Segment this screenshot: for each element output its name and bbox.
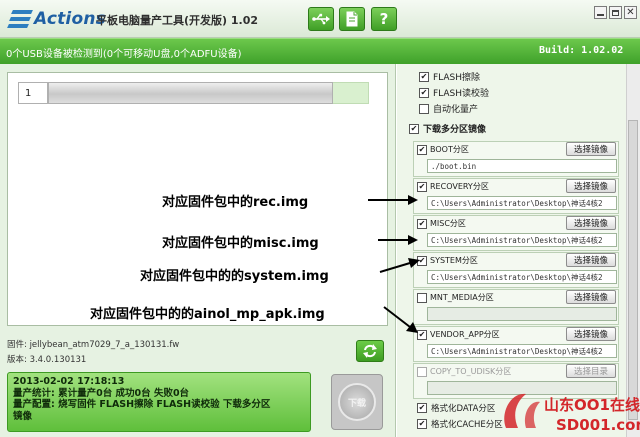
select-image-recovery-button[interactable]: 选择镜像 bbox=[566, 179, 616, 193]
watermark-domain: SD001.com bbox=[556, 416, 640, 434]
usb-button[interactable] bbox=[308, 7, 334, 31]
checkbox-flash-erase[interactable]: ✔ bbox=[419, 71, 429, 82]
refresh-button[interactable] bbox=[356, 340, 384, 362]
path-field-boot[interactable]: ./boot.bin bbox=[427, 159, 617, 173]
path-field-vendor-app[interactable]: C:\Users\Administrator\Desktop\神话4核2 bbox=[427, 344, 617, 358]
close-icon: ✕ bbox=[626, 6, 635, 18]
option-format-cache[interactable]: ✔ 格式化CACHE分区 bbox=[417, 418, 503, 430]
checkbox-partition-misc[interactable]: ✔ bbox=[417, 218, 427, 229]
arrow-icon bbox=[383, 306, 418, 333]
help-icon: ? bbox=[379, 10, 389, 28]
select-image-vendor-app-button[interactable]: 选择镜像 bbox=[566, 327, 616, 341]
partition-vendor-app-label[interactable]: ✔ VENDOR_APP分区 bbox=[417, 329, 500, 340]
partition-recovery-label[interactable]: ✔ RECOVERY分区 bbox=[417, 181, 489, 192]
arrow-icon bbox=[368, 195, 418, 205]
annotation-system-img: 对应固件包中的的system.img bbox=[140, 269, 329, 284]
log-box: 2013-02-02 17:18:13 量产统计: 累计量产0台 成功0台 失败… bbox=[7, 372, 311, 432]
path-field-system[interactable]: C:\Users\Administrator\Desktop\神话4核2 bbox=[427, 270, 617, 284]
partition-mnt-media-label[interactable]: MNT_MEDIA分区 bbox=[417, 292, 494, 303]
option-flash-verify[interactable]: ✔ FLASH读校验 bbox=[419, 86, 489, 99]
option-label: 下载多分区镜像 bbox=[423, 125, 487, 135]
arrow-icon bbox=[379, 258, 420, 273]
annotation-misc-img: 对应固件包中的misc.img bbox=[162, 236, 319, 251]
checkbox-multi-partition[interactable]: ✔ bbox=[409, 123, 419, 134]
select-directory-copy-to-udisk-button[interactable]: 选择目录 bbox=[566, 364, 616, 378]
checkbox-partition-recovery[interactable]: ✔ bbox=[417, 181, 427, 192]
checkbox-auto-production[interactable] bbox=[419, 103, 429, 114]
option-label: 格式化CACHE分区 bbox=[431, 420, 503, 430]
download-icon: 下载 bbox=[338, 383, 376, 421]
close-button[interactable]: ✕ bbox=[624, 6, 637, 19]
maximize-button[interactable] bbox=[609, 6, 622, 19]
path-field-recovery[interactable]: C:\Users\Administrator\Desktop\神话4核2 bbox=[427, 196, 617, 210]
arrow-icon bbox=[378, 235, 418, 245]
option-multi-partition[interactable]: ✔ 下载多分区镜像 bbox=[409, 122, 486, 135]
document-icon bbox=[346, 11, 358, 27]
path-field-mnt-media[interactable] bbox=[427, 307, 617, 321]
device-progress-bar bbox=[48, 82, 333, 104]
document-button[interactable] bbox=[339, 7, 365, 31]
annotation-rec-img: 对应固件包中的rec.img bbox=[162, 195, 309, 210]
partition-copy-to-udisk-label[interactable]: COPY_TO_UDISK分区 bbox=[417, 366, 511, 377]
option-label: 自动化量产 bbox=[433, 105, 479, 115]
log-line: 2013-02-02 17:18:13 bbox=[13, 376, 125, 387]
actions-logo: Actions bbox=[6, 7, 106, 31]
select-image-mnt-media-button[interactable]: 选择镜像 bbox=[566, 290, 616, 304]
log-line: 镜像 bbox=[13, 410, 33, 422]
download-button[interactable]: 下载 bbox=[331, 374, 383, 430]
checkbox-flash-verify[interactable]: ✔ bbox=[419, 87, 429, 98]
checkbox-partition-mnt-media[interactable] bbox=[417, 292, 427, 303]
checkbox-partition-boot[interactable]: ✔ bbox=[417, 144, 427, 155]
help-button[interactable]: ? bbox=[371, 7, 397, 31]
checkbox-format-data[interactable]: ✔ bbox=[417, 403, 427, 413]
watermark-brand: 山东OO1在线 bbox=[544, 396, 640, 414]
log-line: 量产配置: 烧写固件 FLASH擦除 FLASH读校验 下载多分区 bbox=[13, 399, 271, 410]
checkbox-format-cache[interactable]: ✔ bbox=[417, 419, 427, 429]
partition-boot-label[interactable]: ✔ BOOT分区 bbox=[417, 144, 469, 155]
option-label: FLASH擦除 bbox=[433, 73, 481, 83]
select-image-misc-button[interactable]: 选择镜像 bbox=[566, 216, 616, 230]
partition-misc-label[interactable]: ✔ MISC分区 bbox=[417, 218, 466, 229]
scrollbar-thumb[interactable] bbox=[628, 120, 638, 420]
build-version: Build: 1.02.02 bbox=[539, 45, 624, 56]
minimize-button[interactable] bbox=[594, 6, 607, 19]
select-image-boot-button[interactable]: 选择镜像 bbox=[566, 142, 616, 156]
option-format-data[interactable]: ✔ 格式化DATA分区 bbox=[417, 402, 495, 414]
device-status-text: 0个USB设备被检测到(0个可移动U盘,0个ADFU设备) bbox=[6, 49, 242, 60]
refresh-icon bbox=[363, 344, 377, 358]
maximize-icon bbox=[612, 9, 619, 16]
option-auto-production[interactable]: 自动化量产 bbox=[419, 102, 478, 115]
option-label: 格式化DATA分区 bbox=[431, 404, 496, 414]
select-image-system-button[interactable]: 选择镜像 bbox=[566, 253, 616, 267]
option-label: FLASH读校验 bbox=[433, 89, 490, 99]
checkbox-partition-copy-to-udisk[interactable] bbox=[417, 366, 427, 377]
log-line: 量产统计: 累计量产0台 成功0台 失败0台 bbox=[13, 387, 190, 399]
annotation-vendor-app-img: 对应固件包中的的ainol_mp_apk.img bbox=[90, 307, 325, 322]
minimize-icon bbox=[597, 14, 604, 16]
option-flash-erase[interactable]: ✔ FLASH擦除 bbox=[419, 70, 480, 83]
partition-system-label[interactable]: ✔ SYSTEM分区 bbox=[417, 255, 478, 266]
usb-icon bbox=[312, 13, 330, 25]
app-title: 平板电脑量产工具(开发版) 1.02 bbox=[96, 14, 259, 27]
actions-logo-mark bbox=[6, 8, 36, 30]
firmware-info: 固件: jellybean_atm7029_7_a_130131.fw bbox=[7, 340, 180, 350]
device-slot-number: 1 bbox=[18, 82, 48, 104]
path-field-misc[interactable]: C:\Users\Administrator\Desktop\神话4核2 bbox=[427, 233, 617, 247]
version-info: 版本: 3.4.0.130131 bbox=[7, 355, 87, 365]
sd001-watermark: 山东OO1在线 SD001.com bbox=[504, 393, 640, 434]
download-label: 下载 bbox=[347, 398, 366, 409]
device-status-cell bbox=[333, 82, 369, 104]
